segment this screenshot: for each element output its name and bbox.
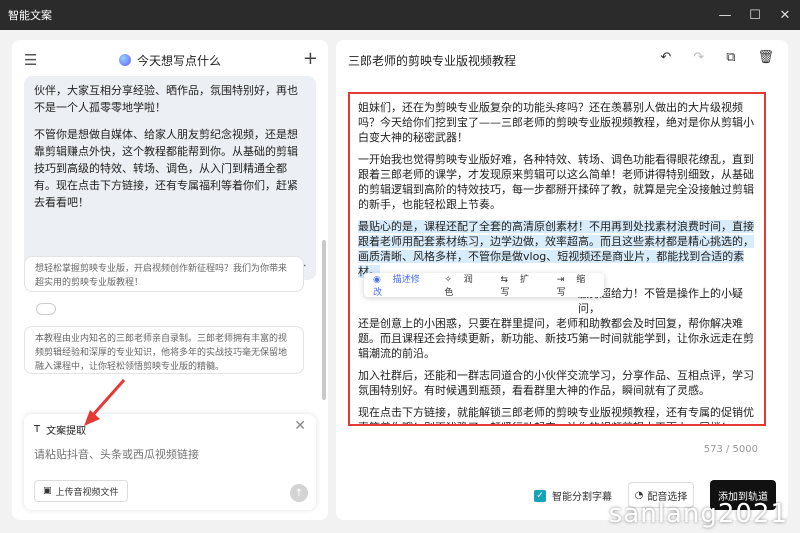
minimize-icon[interactable]: — — [710, 0, 740, 30]
shorten-label: 缩写 — [556, 275, 586, 298]
floating-toolbar: ◉ 描述修改 ✧ 润色 ⇆ 扩写 ⇥ 缩写 — [364, 272, 604, 298]
doc-paragraph: 还是创意上的小困惑，只要在群里提问，老师和助教都会及时回复，帮你解决难题。而且课… — [358, 317, 754, 360]
trash-icon[interactable]: 🗑︎ — [757, 50, 774, 65]
menu-icon[interactable]: ☰ — [24, 51, 37, 69]
send-button[interactable]: ↑ — [290, 484, 308, 502]
expand-button[interactable]: ⇆ 扩写 — [492, 272, 548, 298]
copy-doc-icon[interactable]: ⧉ — [726, 50, 735, 65]
redo-icon[interactable]: ↷ — [693, 50, 704, 65]
checkmark-icon: ✓ — [534, 489, 546, 502]
suggestion-card[interactable]: 想轻松掌握剪映专业版，开启视频创作新征程吗？我们为你带来超实用的剪映专业版教程！ — [24, 256, 304, 292]
upload-button[interactable]: ▣ 上传音视频文件 — [34, 480, 128, 502]
polish-button[interactable]: ✧ 润色 — [435, 272, 491, 298]
right-panel: 三郎老师的剪映专业版视频教程 ↶ ↷ ⧉ 🗑︎ 姐妹们，还在为剪映专业版复杂的功… — [336, 40, 788, 520]
toggle-pill[interactable] — [36, 303, 56, 315]
bubble-paragraph: 伙伴，大家互相分享经验、晒作品，氛围特别好，再也不是一个人孤零零地学啦！ — [34, 84, 298, 114]
arrow-up-icon: ↑ — [294, 487, 304, 499]
doc-paragraph: 加入社群后，还能和一群志同道合的小伙伴交流学习，分享作品、互相点评，学习氛围特别… — [358, 369, 754, 397]
maximize-icon[interactable]: ☐ — [740, 0, 770, 30]
bubble-paragraph: 不管你是想做自媒体、给家人朋友剪纪念视频，还是想靠剪辑赚点外快，这个教程都能帮到… — [34, 128, 298, 209]
describe-edit-label: 描述修改 — [373, 275, 420, 298]
char-counter: 573 / 5000 — [703, 444, 758, 455]
close-mode-icon[interactable]: ✕ — [294, 418, 306, 434]
doc-editor[interactable]: 姐妹们，还在为剪映专业版复杂的功能头疼吗？还在羡慕别人做出的大片级视频吗？今天给… — [348, 92, 766, 426]
link-input[interactable] — [34, 448, 294, 461]
chat-title: 今天想写点什么 — [12, 40, 328, 80]
left-header: ☰ 今天想写点什么 + — [12, 40, 328, 80]
input-card: T 文案提取 ✕ ▣ 上传音视频文件 ↑ — [24, 414, 316, 510]
ai-orb-icon — [118, 54, 131, 66]
expand-label: 扩写 — [500, 275, 529, 298]
doc-paragraph: 一开始我也觉得剪映专业版好难，各种特效、转场、调色功能看得眼花缭乱，直到跟着三郎… — [358, 153, 754, 211]
upload-label: 上传音视频文件 — [55, 487, 119, 498]
window-controls: — ☐ ✕ — [710, 0, 800, 30]
doc-title: 三郎老师的剪映专业版视频教程 — [348, 54, 517, 68]
chat-title-text: 今天想写点什么 — [136, 53, 221, 68]
suggestion-text: 本教程由业内知名的三郎老师亲自录制。三郎老师拥有丰富的视频剪辑经验和深厚的专业知… — [35, 334, 288, 372]
mode-label: 文案提取 — [46, 426, 87, 437]
scrollbar[interactable] — [322, 240, 326, 400]
suggestion-card[interactable]: 本教程由业内知名的三郎老师亲自录制。三郎老师拥有丰富的视频剪辑经验和深厚的专业知… — [24, 326, 304, 374]
mode-header: T 文案提取 — [34, 422, 86, 437]
describe-edit-button[interactable]: ◉ 描述修改 — [364, 272, 435, 298]
undo-icon[interactable]: ↶ — [660, 50, 671, 65]
doc-paragraph: 姐妹们，还在为剪映专业版复杂的功能头疼吗？还在羡慕别人做出的大片级视频吗？今天给… — [358, 101, 754, 144]
watermark: sanlang2021 — [608, 499, 788, 529]
selected-paragraph: 最贴心的是，课程还配了全套的高清原创素材！不用再到处找素材浪费时间，直接跟着老师… — [358, 220, 754, 278]
new-chat-icon[interactable]: + — [303, 48, 318, 69]
upload-icon: ▣ — [43, 486, 52, 496]
response-bubble: 伙伴，大家互相分享经验、晒作品，氛围特别好，再也不是一个人孤零零地学啦！ 不管你… — [24, 76, 316, 280]
polish-label: 润色 — [444, 275, 473, 298]
smart-subtitle-checkbox[interactable]: ✓ 智能分割字幕 — [534, 488, 612, 503]
doc-paragraph: 现在点击下方链接，就能解锁三郎老师的剪映专业版视频教程，还有专属的促销优惠等着你… — [358, 406, 754, 424]
window-title: 智能文案 — [8, 9, 52, 22]
suggestion-text: 想轻松掌握剪映专业版，开启视频创作新征程吗？我们为你带来超实用的剪映专业版教程！ — [35, 264, 288, 288]
text-icon: T — [34, 424, 41, 435]
shorten-button[interactable]: ⇥ 缩写 — [548, 272, 604, 298]
smart-subtitle-label: 智能分割字幕 — [552, 492, 612, 503]
close-icon[interactable]: ✕ — [770, 0, 800, 30]
doc-toolbar: ↶ ↷ ⧉ 🗑︎ — [660, 50, 774, 65]
title-bar: 智能文案 — ☐ ✕ — [0, 0, 800, 30]
